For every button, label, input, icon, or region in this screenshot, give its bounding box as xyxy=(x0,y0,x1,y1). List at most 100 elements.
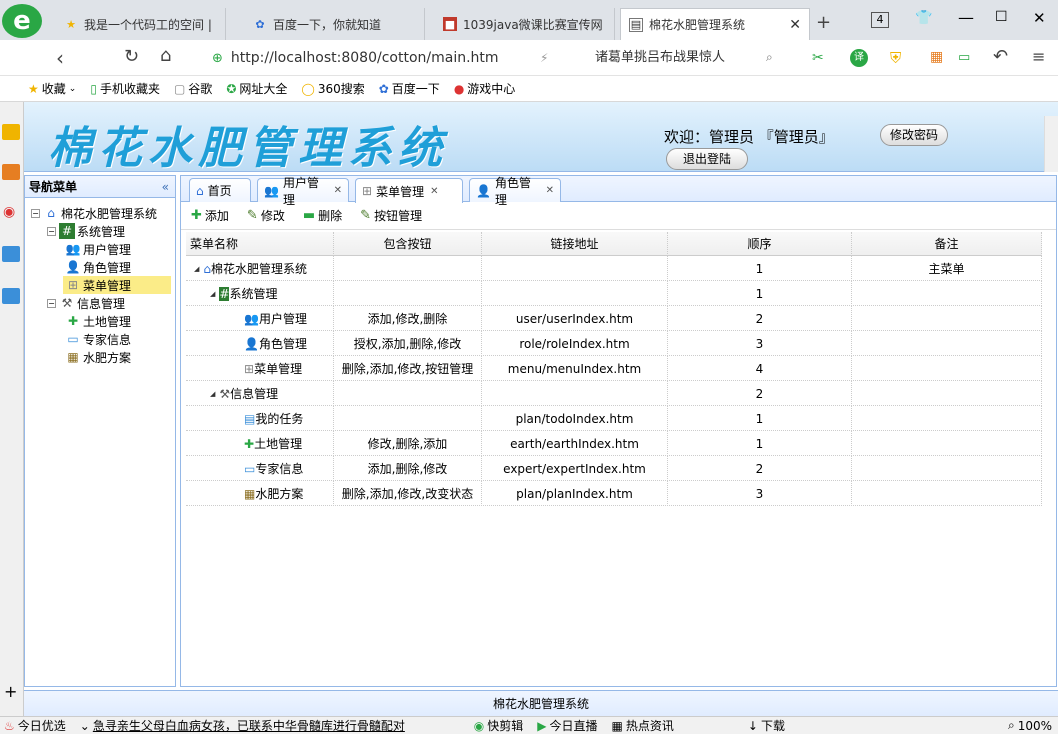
status-today-picks[interactable]: ♨ 今日优选 xyxy=(4,717,66,734)
bookmark-favorites[interactable]: ★ 收藏 ⌄ xyxy=(28,80,76,97)
collapse-icon[interactable]: « xyxy=(162,176,169,198)
menu-icon[interactable]: ≡ xyxy=(1032,47,1045,66)
nav-tree-item[interactable]: ▭ 专家信息 xyxy=(63,330,131,348)
logout-button[interactable]: 退出登陆 xyxy=(666,148,748,170)
change-password-button[interactable]: 修改密码 xyxy=(880,124,948,146)
table-row[interactable]: 👥 用户管理 添加,修改,删除 user/userIndex.htm 2 xyxy=(186,306,1042,331)
column-header[interactable]: 备注 xyxy=(852,232,1042,256)
column-header[interactable]: 菜单名称 xyxy=(186,232,334,256)
bookmark-mobile[interactable]: ▯ 手机收藏夹 xyxy=(90,80,160,97)
status-hot-news[interactable]: ▦ 热点资讯 xyxy=(612,717,674,734)
table-row[interactable]: ◢ ⚒ 信息管理 2 xyxy=(186,381,1042,406)
nav-tree-item[interactable]: 👥 用户管理 xyxy=(63,240,132,258)
browser-tab-1[interactable]: ★ 我是一个代码工的空间 | xyxy=(56,8,226,40)
minimize-icon[interactable]: — xyxy=(958,8,974,27)
nav-tree-item[interactable]: ▦ 水肥方案 xyxy=(63,348,131,366)
close-icon[interactable]: ✕ xyxy=(430,186,438,197)
status-live[interactable]: ▶ 今日直播 xyxy=(537,717,597,734)
table-row[interactable]: ⊞ 菜单管理 删除,添加,修改,按钮管理 menu/menuIndex.htm 4 xyxy=(186,356,1042,381)
nav-tree-label: 菜单管理 xyxy=(83,278,132,293)
window-close-icon[interactable]: ✕ xyxy=(1033,9,1046,27)
table-row[interactable]: ✚ 土地管理 修改,删除,添加 earth/earthIndex.htm 1 xyxy=(186,431,1042,456)
battery-icon[interactable]: ▭ xyxy=(958,50,970,65)
expand-arrow-icon[interactable]: ◢ xyxy=(210,390,215,398)
nav-tree-item[interactable]: − # 系统管理 xyxy=(47,222,125,240)
expand-arrow-icon[interactable]: ◢ xyxy=(194,265,199,273)
bolt-icon[interactable]: ⚡ xyxy=(540,51,548,65)
mail-icon[interactable] xyxy=(2,246,20,262)
shield-icon[interactable]: ⛨ xyxy=(890,49,901,67)
folder-icon[interactable] xyxy=(2,124,20,140)
button-manage-button[interactable]: ✎ 按钮管理 xyxy=(360,207,422,224)
cell-order: 2 xyxy=(668,456,852,481)
nav-tree-item[interactable]: − ⚒ 信息管理 xyxy=(47,294,125,312)
status-quick-edit[interactable]: ◉ 快剪辑 xyxy=(474,717,524,734)
nav-tree-item[interactable]: 👤 角色管理 xyxy=(63,258,132,276)
address-bar[interactable]: ⊕ http://localhost:8080/cotton/main.htm xyxy=(212,46,588,70)
search-icon[interactable]: ⌕ xyxy=(766,50,773,65)
expand-arrow-icon[interactable]: ◢ xyxy=(210,290,215,298)
bookmark-google[interactable]: ▢ 谷歌 xyxy=(174,80,212,97)
back-icon[interactable]: ‹ xyxy=(56,46,64,70)
column-header[interactable]: 包含按钮 xyxy=(334,232,482,256)
column-header[interactable]: 链接地址 xyxy=(482,232,668,256)
table-row[interactable]: ▤ 我的任务 plan/todoIndex.htm 1 xyxy=(186,406,1042,431)
collapse-toggle-icon[interactable]: − xyxy=(31,208,40,218)
cell-remark xyxy=(852,481,1042,506)
main-tab[interactable]: ⊞ 菜单管理 ✕ xyxy=(355,178,463,203)
bookmark-games[interactable]: ● 游戏中心 xyxy=(454,80,516,97)
page-scrollbar[interactable] xyxy=(1044,116,1058,172)
add-side-icon[interactable]: + xyxy=(4,682,17,701)
weibo-icon[interactable]: ◉ xyxy=(3,204,15,220)
close-tab-icon[interactable]: ✕ xyxy=(789,17,801,33)
status-news-link[interactable]: ⌄ 急寻亲生父母白血病女孩，已联系中华骨髓库进行骨髓配对 xyxy=(80,717,460,734)
browser-tab-3[interactable]: ■ 1039java微课比赛宣传网 xyxy=(435,8,615,40)
page-thumb-icon: ▤ xyxy=(629,17,643,32)
cell-text: 授权,添加,删除,修改 xyxy=(353,337,462,351)
doc-side-icon[interactable] xyxy=(2,288,20,304)
edit-button[interactable]: ✎ 修改 xyxy=(247,207,285,224)
bookmark-baidu[interactable]: ✿ 百度一下 xyxy=(379,80,440,97)
collapse-toggle-icon[interactable]: − xyxy=(47,226,56,236)
url-text[interactable]: http://localhost:8080/cotton/main.htm xyxy=(231,50,499,66)
table-row[interactable]: ▭ 专家信息 添加,删除,修改 expert/expertIndex.htm 2 xyxy=(186,456,1042,481)
bookmark-sites[interactable]: ✪ 网址大全 xyxy=(226,80,287,97)
tab-count-badge[interactable]: 4 xyxy=(871,12,889,28)
table-row[interactable]: ◢ ⌂ 棉花水肥管理系统 1 主菜单 xyxy=(186,256,1042,281)
close-icon[interactable]: ✕ xyxy=(546,185,554,196)
nav-tree-item[interactable]: ✚ 土地管理 xyxy=(63,312,131,330)
cell-name: ◢ ⌂ 棉花水肥管理系统 xyxy=(186,256,334,281)
new-tab-button[interactable]: + xyxy=(816,12,831,33)
nav-tree-item[interactable]: − ⌂ 棉花水肥管理系统 xyxy=(31,204,157,222)
table-row[interactable]: ▦ 水肥方案 删除,添加,修改,改变状态 plan/planIndex.htm 3 xyxy=(186,481,1042,506)
maximize-icon[interactable]: ☐ xyxy=(995,9,1008,25)
shirt-icon[interactable]: 👕 xyxy=(915,10,932,26)
main-tab[interactable]: 👤 角色管理 ✕ xyxy=(469,176,561,207)
reload-icon[interactable]: ↻ xyxy=(124,46,139,67)
translate-icon[interactable]: 译 xyxy=(850,49,868,67)
collapse-toggle-icon[interactable]: − xyxy=(47,298,56,308)
close-icon[interactable]: ✕ xyxy=(334,185,342,196)
sitemap-icon: ⊞ xyxy=(244,361,255,376)
status-download[interactable]: ↓ 下载 xyxy=(748,717,785,734)
table-row[interactable]: ◢ # 系统管理 1 xyxy=(186,281,1042,306)
main-tab[interactable]: 👥 用户管理 ✕ xyxy=(257,176,349,207)
browser-logo[interactable]: e xyxy=(2,4,42,38)
bookmark-360[interactable]: ◯ 360搜索 xyxy=(301,80,364,97)
apps-icon[interactable]: ▦ xyxy=(930,49,943,65)
search-input[interactable]: 诸葛单挑吕布战果惊人 xyxy=(595,47,775,69)
column-header[interactable]: 顺序 xyxy=(668,232,852,256)
table-row[interactable]: 👤 角色管理 授权,添加,删除,修改 role/roleIndex.htm 3 xyxy=(186,331,1042,356)
cell-order: 1 xyxy=(668,281,852,306)
status-zoom[interactable]: ⌕ 100% xyxy=(1008,718,1052,733)
main-tab[interactable]: ⌂ 首页 xyxy=(189,178,251,202)
scissors-icon[interactable]: ✂ xyxy=(812,50,824,66)
add-button[interactable]: ✚ 添加 xyxy=(191,207,229,224)
browser-tab-4[interactable]: ▤ 棉花水肥管理系统 ✕ xyxy=(620,8,810,40)
note-icon[interactable] xyxy=(2,164,20,180)
nav-tree-item[interactable]: ⊞ 菜单管理 xyxy=(63,276,171,294)
browser-tab-2[interactable]: ✿ 百度一下，你就知道 xyxy=(245,8,425,40)
undo-icon[interactable]: ↶ xyxy=(993,46,1008,67)
delete-button[interactable]: ▬ 删除 xyxy=(303,207,342,224)
home-button-icon[interactable]: ⌂ xyxy=(160,45,171,66)
